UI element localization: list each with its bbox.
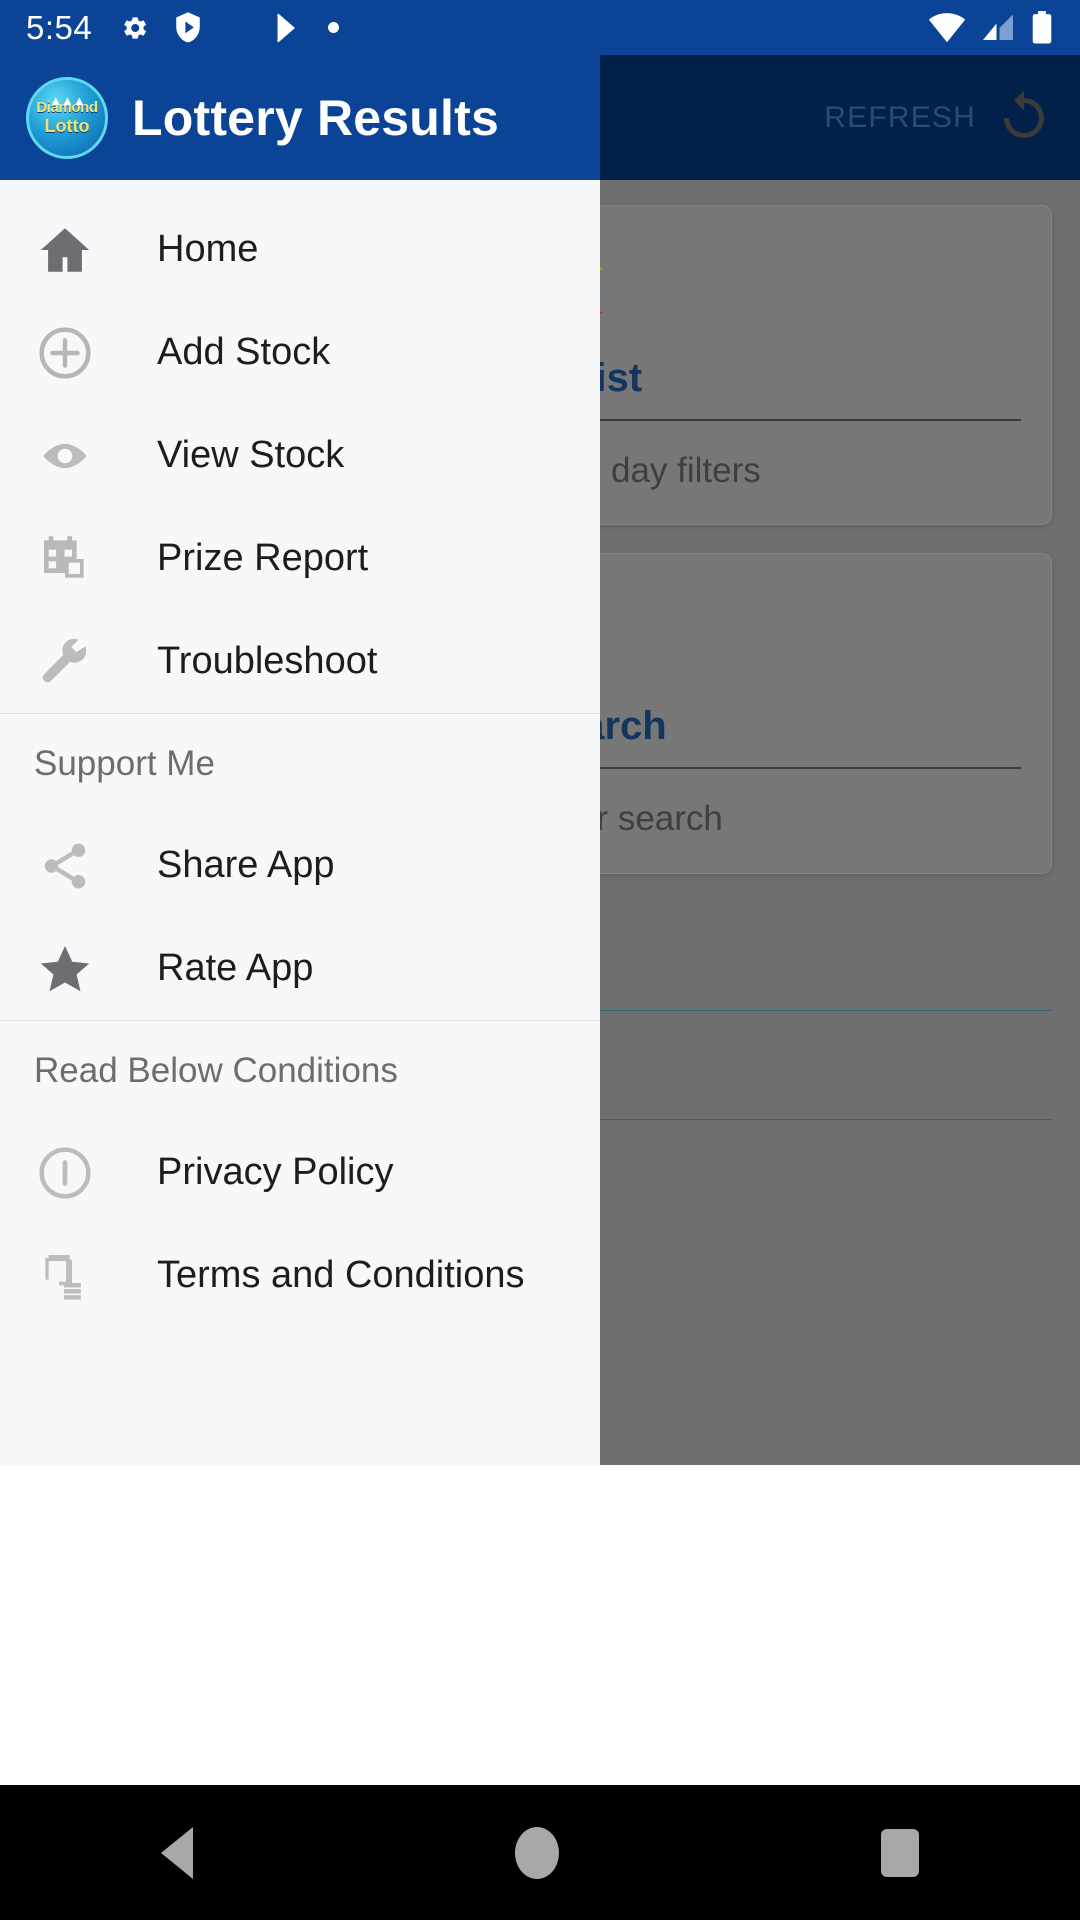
sidebar-item-privacy-policy[interactable]: Privacy Policy — [0, 1121, 600, 1224]
star-icon — [34, 938, 96, 1000]
status-bar: 5:54 — [0, 0, 1080, 55]
sidebar-item-add-stock[interactable]: Add Stock — [0, 301, 600, 404]
sidebar-item-label: Prize Report — [157, 537, 369, 579]
refresh-icon[interactable] — [994, 88, 1054, 148]
sidebar-item-label: Home — [157, 228, 259, 270]
wrench-icon — [34, 631, 96, 693]
calendar-grid-icon — [34, 528, 96, 590]
clipboard-list-icon — [34, 1245, 96, 1307]
back-button-icon[interactable] — [161, 1826, 193, 1879]
refresh-button[interactable]: REFRESH — [824, 101, 976, 135]
eye-icon — [34, 425, 96, 487]
sidebar-item-prize-report[interactable]: Prize Report — [0, 507, 600, 610]
gear-icon — [124, 16, 147, 39]
logo-crown-decoration: ▲▲▲ — [49, 92, 86, 108]
sidebar-item-view-stock[interactable]: View Stock — [0, 404, 600, 507]
diamond-lotto-logo: ▲▲▲ Diamond Lotto — [26, 76, 108, 159]
sidebar-item-share-app[interactable]: Share App — [0, 814, 600, 917]
clock: 5:54 — [26, 8, 93, 46]
sidebar-item-label: Troubleshoot — [157, 640, 378, 682]
info-circle-icon — [34, 1142, 96, 1204]
cellular-signal-icon — [983, 14, 1013, 40]
play-protect-shield-icon — [176, 11, 201, 42]
sidebar-item-label: View Stock — [157, 434, 345, 476]
system-navigation-bar[interactable] — [0, 1785, 1080, 1920]
sidebar-item-label: Rate App — [157, 947, 314, 989]
sidebar-item-label: Add Stock — [157, 331, 331, 373]
sidebar-item-rate-app[interactable]: Rate App — [0, 917, 600, 1020]
section-header-support: Support Me — [34, 744, 215, 783]
sidebar-item-terms-and-conditions[interactable]: Terms and Conditions — [0, 1224, 600, 1327]
recents-button-icon[interactable] — [881, 1828, 919, 1877]
page-title: Lottery Results — [132, 89, 499, 146]
sidebar-item-home[interactable]: Home — [0, 198, 600, 301]
sidebar-item-label: Share App — [157, 844, 335, 886]
drawer-top-spacer — [0, 180, 600, 198]
share-icon — [34, 835, 96, 897]
dot-indicator-icon — [328, 22, 340, 33]
home-button-icon[interactable] — [515, 1826, 559, 1879]
sidebar-item-label: Privacy Policy — [157, 1151, 394, 1193]
plus-circle-icon — [34, 322, 96, 384]
app-bar: ▲▲▲ Diamond Lotto Lottery Results — [0, 55, 600, 180]
wifi-icon — [928, 12, 966, 42]
battery-icon — [1032, 10, 1052, 43]
logo-line-2: Lotto — [44, 116, 90, 136]
home-icon — [34, 219, 96, 281]
sidebar-item-label: Terms and Conditions — [157, 1254, 525, 1296]
sidebar-item-troubleshoot[interactable]: Troubleshoot — [0, 610, 600, 713]
play-store-icon — [277, 13, 296, 42]
navigation-drawer[interactable]: Home Add Stock View Stock Prize Report T… — [0, 180, 600, 1465]
section-header-conditions: Read Below Conditions — [34, 1051, 398, 1090]
